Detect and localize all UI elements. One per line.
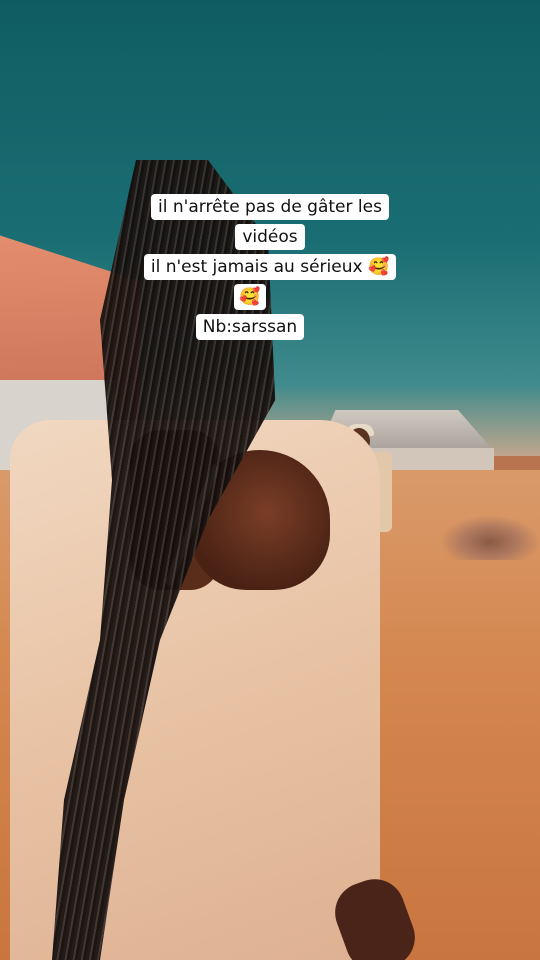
debris-pile — [440, 515, 540, 560]
video-frame[interactable]: il n'arrête pas de gâter les vidéos il n… — [0, 0, 540, 960]
caption-line-5: Nb:sarssan — [195, 314, 305, 340]
caption-line-2: vidéos — [235, 224, 305, 250]
caption-line-4-emoji: 🥰 — [234, 284, 266, 310]
video-caption: il n'arrête pas de gâter les vidéos il n… — [0, 194, 540, 344]
caption-line-1: il n'arrête pas de gâter les — [151, 194, 389, 220]
caption-line-3: il n'est jamais au sérieux 🥰 — [143, 254, 397, 280]
